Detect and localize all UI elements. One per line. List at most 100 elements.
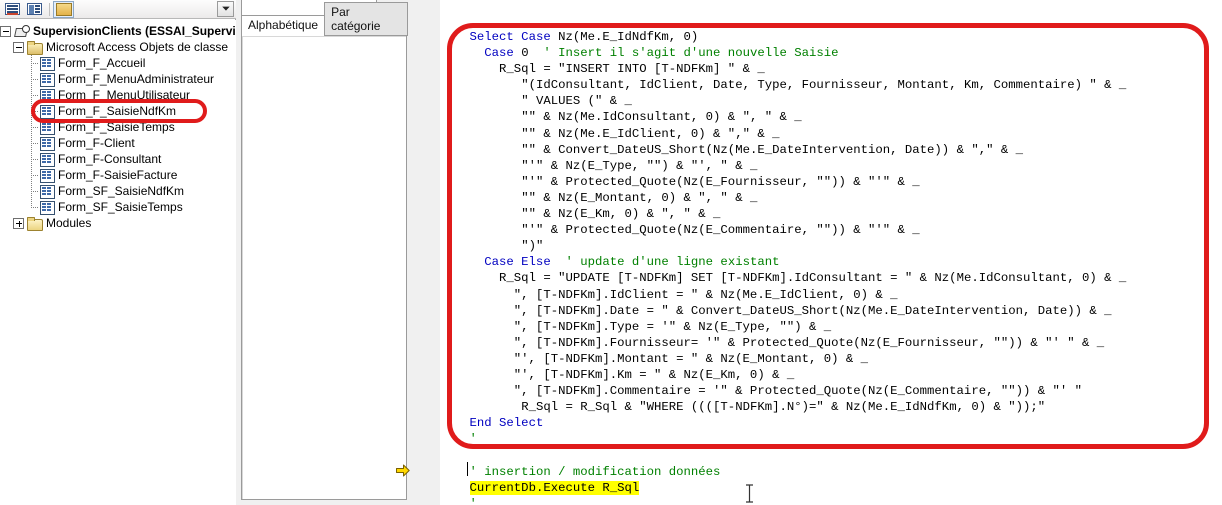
- execution-pointer-arrow-icon: [396, 464, 410, 477]
- tree-node-form-saisiefacture[interactable]: Form_F-SaisieFacture: [0, 167, 236, 183]
- code-line[interactable]: End Select: [440, 415, 1222, 431]
- code-text-area[interactable]: Select Case Nz(Me.E_IdNdfKm, 0) Case 0 '…: [440, 0, 1222, 505]
- tree-node-modules-folder[interactable]: Modules: [0, 215, 236, 231]
- code-token: ", [T-NDFKm].Date = " & Convert_DateUS_S…: [513, 303, 1112, 318]
- class-module-icon: [39, 104, 55, 119]
- code-line[interactable]: "'" & Protected_Quote(Nz(E_Fournisseur, …: [440, 174, 1222, 190]
- code-token: "'" & Protected_Quote(Nz(E_Commentaire, …: [521, 223, 920, 238]
- tree-node-project[interactable]: SupervisionClients (ESSAI_Supervisi: [0, 23, 236, 39]
- toggle-folders-button[interactable]: [53, 0, 74, 18]
- project-explorer-panel: ▼ SupervisionClients (ESSAI_Supervisi Mi…: [0, 0, 236, 505]
- code-line[interactable]: ': [440, 496, 1222, 505]
- expander-icon[interactable]: [13, 217, 24, 229]
- code-indicator-margin[interactable]: [396, 0, 440, 505]
- code-token: "" & Nz(Me.E_IdClient, 0) & "," & _: [521, 126, 780, 141]
- code-token: Case Else: [484, 255, 551, 270]
- code-line[interactable]: ", [T-NDFKm].Type = '" & Nz(E_Type, "") …: [440, 319, 1222, 335]
- tab-alphabetique[interactable]: Alphabétique: [241, 15, 326, 36]
- tree-node-label: Form_F_MenuUtilisateur: [58, 88, 191, 102]
- class-module-icon: [39, 56, 55, 71]
- class-module-icon: [39, 120, 55, 135]
- tree-node-form-menuutilisateur[interactable]: Form_F_MenuUtilisateur: [0, 87, 236, 103]
- code-token: "" & Nz(Me.IdConsultant, 0) & ", " & _: [521, 110, 802, 125]
- code-token: Case: [484, 46, 522, 61]
- code-line[interactable]: ' insertion / modification données: [440, 464, 1222, 480]
- code-line[interactable]: Case 0 ' Insert il s'agit d'une nouvelle…: [440, 45, 1222, 61]
- code-editor-window[interactable]: Select Case Nz(Me.E_IdNdfKm, 0) Case 0 '…: [396, 0, 1222, 505]
- code-token: "" & Convert_DateUS_Short(Nz(Me.E_DateIn…: [521, 142, 1023, 157]
- code-line[interactable]: Select Case Nz(Me.E_IdNdfKm, 0): [440, 29, 1222, 45]
- code-line[interactable]: Case Else ' update d'une ligne existant: [440, 254, 1222, 270]
- tree-node-form-consultant[interactable]: Form_F-Consultant: [0, 151, 236, 167]
- tree-node-label: Form_F-Consultant: [58, 152, 162, 166]
- code-token: R_Sql = R_Sql & "WHERE ((([T-NDFKm].N°)=…: [521, 400, 1046, 415]
- code-token: ' update d'une ligne existant: [565, 255, 780, 270]
- tree-node-label: Form_SF_SaisieNdfKm: [58, 184, 185, 198]
- properties-panel: ⌄ Alphabétique Par catégorie: [237, 0, 409, 505]
- code-line[interactable]: ", [T-NDFKm].Date = " & Convert_DateUS_S…: [440, 303, 1222, 319]
- code-token: ' insertion / modification données: [469, 464, 721, 479]
- vba-editor-window: ▼ SupervisionClients (ESSAI_Supervisi Mi…: [0, 0, 1222, 505]
- chevron-down-icon: ▼: [219, 4, 232, 13]
- properties-list[interactable]: [241, 35, 407, 500]
- code-line[interactable]: "" & Convert_DateUS_Short(Nz(Me.E_DateIn…: [440, 142, 1222, 158]
- tab-par-categorie[interactable]: Par catégorie: [324, 2, 408, 36]
- code-line[interactable]: "(IdConsultant, IdClient, Date, Type, Fo…: [440, 77, 1222, 93]
- class-module-icon: [39, 184, 55, 199]
- tree-node-label: SupervisionClients (ESSAI_Supervisi: [33, 24, 236, 38]
- code-token: " VALUES (" & _: [521, 94, 632, 109]
- code-token: R_Sql = "UPDATE [T-NDFKm] SET [T-NDFKm].…: [499, 271, 1127, 286]
- expander-icon[interactable]: [0, 25, 11, 37]
- view-code-button[interactable]: [2, 1, 23, 18]
- code-line[interactable]: ", [T-NDFKm].Fournisseur= '" & Protected…: [440, 335, 1222, 351]
- tree-guide: [26, 167, 39, 183]
- project-explorer-toolbar: ▼: [0, 0, 236, 19]
- tree-node-form-sf-saisietemps[interactable]: Form_SF_SaisieTemps: [0, 199, 236, 215]
- tree-node-form-menuadministrateur[interactable]: Form_F_MenuAdministrateur: [0, 71, 236, 87]
- expander-icon[interactable]: [13, 41, 24, 53]
- code-line[interactable]: "', [T-NDFKm].Montant = " & Nz(E_Montant…: [440, 351, 1222, 367]
- code-line[interactable]: ​: [440, 447, 1222, 463]
- folder-open-icon: [26, 40, 43, 55]
- code-line[interactable]: "" & Nz(E_Km, 0) & ", " & _: [440, 206, 1222, 222]
- tree-node-form-saisiendfkm[interactable]: Form_F_SaisieNdfKm: [0, 103, 236, 119]
- tab-label: Alphabétique: [248, 18, 319, 32]
- class-module-icon: [39, 72, 55, 87]
- code-line[interactable]: R_Sql = R_Sql & "WHERE ((([T-NDFKm].N°)=…: [440, 399, 1222, 415]
- code-line[interactable]: CurrentDb.Execute R_Sql: [440, 480, 1222, 496]
- code-line[interactable]: ", [T-NDFKm].IdClient = " & Nz(Me.E_IdCl…: [440, 287, 1222, 303]
- tree-guide: [26, 135, 39, 151]
- code-line[interactable]: R_Sql = "UPDATE [T-NDFKm] SET [T-NDFKm].…: [440, 270, 1222, 286]
- view-object-button[interactable]: [24, 1, 45, 18]
- code-line[interactable]: ': [440, 431, 1222, 447]
- tree-node-label: Form_F-Client: [58, 136, 135, 150]
- tree-node-label: Form_SF_SaisieTemps: [58, 200, 183, 214]
- tree-node-label: Modules: [46, 216, 92, 230]
- class-module-icon: [39, 200, 55, 215]
- code-line[interactable]: R_Sql = "INSERT INTO [T-NDFKm] " & _: [440, 61, 1222, 77]
- code-line[interactable]: "'" & Nz(E_Type, "") & "', " & _: [440, 158, 1222, 174]
- text-caret: [467, 462, 468, 476]
- tree-node-form-saisietemps[interactable]: Form_F_SaisieTemps: [0, 119, 236, 135]
- scroll-down-button[interactable]: ▼: [217, 1, 234, 17]
- code-token: 0: [521, 46, 544, 61]
- code-line[interactable]: "" & Nz(Me.E_IdClient, 0) & "," & _: [440, 126, 1222, 142]
- code-token: R_Sql = "INSERT INTO [T-NDFKm] " & _: [499, 62, 765, 77]
- class-module-icon: [39, 136, 55, 151]
- properties-tabs: Alphabétique Par catégorie: [241, 2, 408, 36]
- tree-node-form-sf-saisiendfkm[interactable]: Form_SF_SaisieNdfKm: [0, 183, 236, 199]
- code-line[interactable]: "" & Nz(E_Montant, 0) & ", " & _: [440, 190, 1222, 206]
- code-line[interactable]: " VALUES (" & _: [440, 93, 1222, 109]
- code-token: "'" & Protected_Quote(Nz(E_Fournisseur, …: [521, 174, 920, 189]
- project-tree[interactable]: SupervisionClients (ESSAI_Supervisi Micr…: [0, 20, 236, 505]
- code-line[interactable]: "" & Nz(Me.IdConsultant, 0) & ", " & _: [440, 109, 1222, 125]
- code-line[interactable]: "'" & Protected_Quote(Nz(E_Commentaire, …: [440, 222, 1222, 238]
- tree-node-class-objects-folder[interactable]: Microsoft Access Objets de classe: [0, 39, 236, 55]
- code-line[interactable]: ")": [440, 238, 1222, 254]
- code-line[interactable]: "', [T-NDFKm].Km = " & Nz(E_Km, 0) & _: [440, 367, 1222, 383]
- code-token: Nz(Me.E_IdNdfKm, 0): [558, 30, 699, 44]
- tree-node-form-client[interactable]: Form_F-Client: [0, 135, 236, 151]
- class-module-icon: [39, 88, 55, 103]
- tree-node-form-accueil[interactable]: Form_F_Accueil: [0, 55, 236, 71]
- code-line[interactable]: ", [T-NDFKm].Commentaire = '" & Protecte…: [440, 383, 1222, 399]
